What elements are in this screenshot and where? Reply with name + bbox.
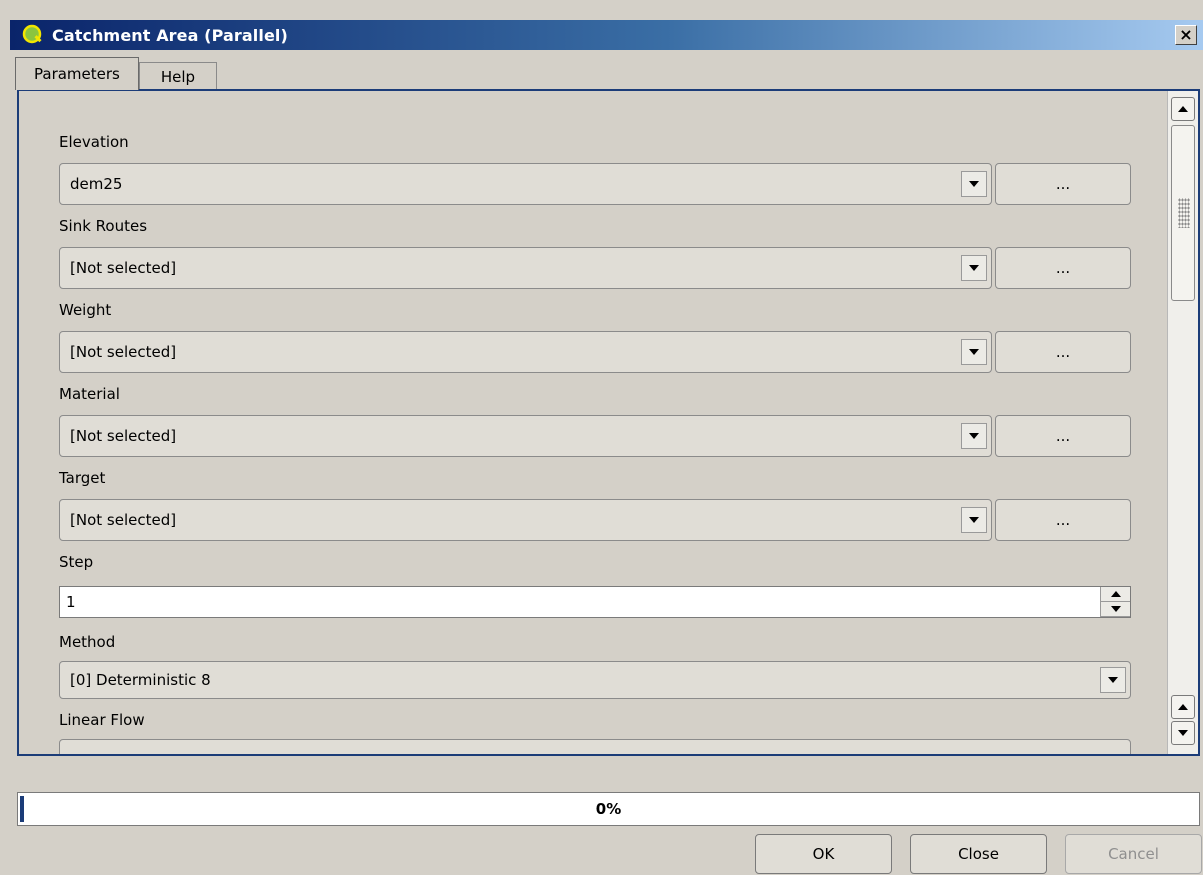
weight-combo[interactable]: [Not selected] xyxy=(59,331,992,373)
dialog-window: Catchment Area (Parallel) × Parameters H… xyxy=(0,0,1203,875)
elevation-browse-button[interactable]: ... xyxy=(995,163,1131,205)
chevron-down-icon[interactable] xyxy=(961,507,987,533)
cancel-button[interactable]: Cancel xyxy=(1065,834,1202,874)
tab-bar: Parameters Help xyxy=(15,56,218,90)
chevron-down-icon[interactable] xyxy=(961,339,987,365)
parameters-content: Elevation dem25 ... Sink Routes [Not sel… xyxy=(19,91,1165,754)
chevron-down-icon[interactable] xyxy=(961,255,987,281)
method-value: [0] Deterministic 8 xyxy=(70,671,211,689)
chevron-down-icon[interactable] xyxy=(961,423,987,449)
vertical-scrollbar[interactable] xyxy=(1167,91,1198,754)
progress-text: 0% xyxy=(595,800,622,818)
scroll-up-button[interactable] xyxy=(1171,97,1195,121)
parameters-panel: Elevation dem25 ... Sink Routes [Not sel… xyxy=(17,89,1200,756)
material-browse-button[interactable]: ... xyxy=(995,415,1131,457)
target-browse-button[interactable]: ... xyxy=(995,499,1131,541)
method-label: Method xyxy=(59,633,116,651)
sink-routes-combo[interactable]: [Not selected] xyxy=(59,247,992,289)
weight-browse-button[interactable]: ... xyxy=(995,331,1131,373)
target-value: [Not selected] xyxy=(70,511,177,529)
target-combo[interactable]: [Not selected] xyxy=(59,499,992,541)
linear-flow-label: Linear Flow xyxy=(59,711,145,729)
step-spinbox[interactable]: 1 xyxy=(59,586,1131,618)
material-combo[interactable]: [Not selected] xyxy=(59,415,992,457)
grip-icon xyxy=(1178,198,1190,228)
sink-routes-value: [Not selected] xyxy=(70,259,177,277)
step-decrement-button[interactable] xyxy=(1101,602,1130,617)
material-value: [Not selected] xyxy=(70,427,177,445)
weight-label: Weight xyxy=(59,301,112,319)
title-bar[interactable]: Catchment Area (Parallel) × xyxy=(10,20,1203,50)
chevron-up-icon xyxy=(1110,591,1121,597)
window-title: Catchment Area (Parallel) xyxy=(52,25,288,45)
sink-routes-browse-button[interactable]: ... xyxy=(995,247,1131,289)
tab-help[interactable]: Help xyxy=(138,62,218,90)
scroll-up-lower-button[interactable] xyxy=(1171,695,1195,719)
step-label: Step xyxy=(59,553,94,571)
close-window-button[interactable]: × xyxy=(1175,25,1197,45)
elevation-value: dem25 xyxy=(70,175,123,193)
weight-value: [Not selected] xyxy=(70,343,177,361)
material-label: Material xyxy=(59,385,120,403)
close-icon: × xyxy=(1179,25,1193,44)
chevron-up-icon xyxy=(1178,704,1188,710)
elevation-label: Elevation xyxy=(59,133,129,151)
sink-routes-label: Sink Routes xyxy=(59,217,148,235)
chevron-down-icon xyxy=(1178,730,1188,736)
step-value: 1 xyxy=(66,593,76,611)
close-button[interactable]: Close xyxy=(910,834,1047,874)
scrollbar-thumb[interactable] xyxy=(1171,125,1195,301)
chevron-down-icon[interactable] xyxy=(961,171,987,197)
elevation-combo[interactable]: dem25 xyxy=(59,163,992,205)
method-combo[interactable]: [0] Deterministic 8 xyxy=(59,661,1131,699)
linear-flow-combo[interactable] xyxy=(59,739,1131,754)
target-label: Target xyxy=(59,469,106,487)
tab-parameters[interactable]: Parameters xyxy=(15,57,139,90)
chevron-down-icon[interactable] xyxy=(1100,667,1126,693)
chevron-down-icon xyxy=(1110,606,1121,612)
qgis-logo-icon xyxy=(22,24,44,46)
step-increment-button[interactable] xyxy=(1101,587,1130,602)
progress-bar: 0% xyxy=(17,792,1200,826)
ok-button[interactable]: OK xyxy=(755,834,892,874)
chevron-up-icon xyxy=(1178,106,1188,112)
step-spin-buttons xyxy=(1100,587,1130,617)
scroll-down-button[interactable] xyxy=(1171,721,1195,745)
